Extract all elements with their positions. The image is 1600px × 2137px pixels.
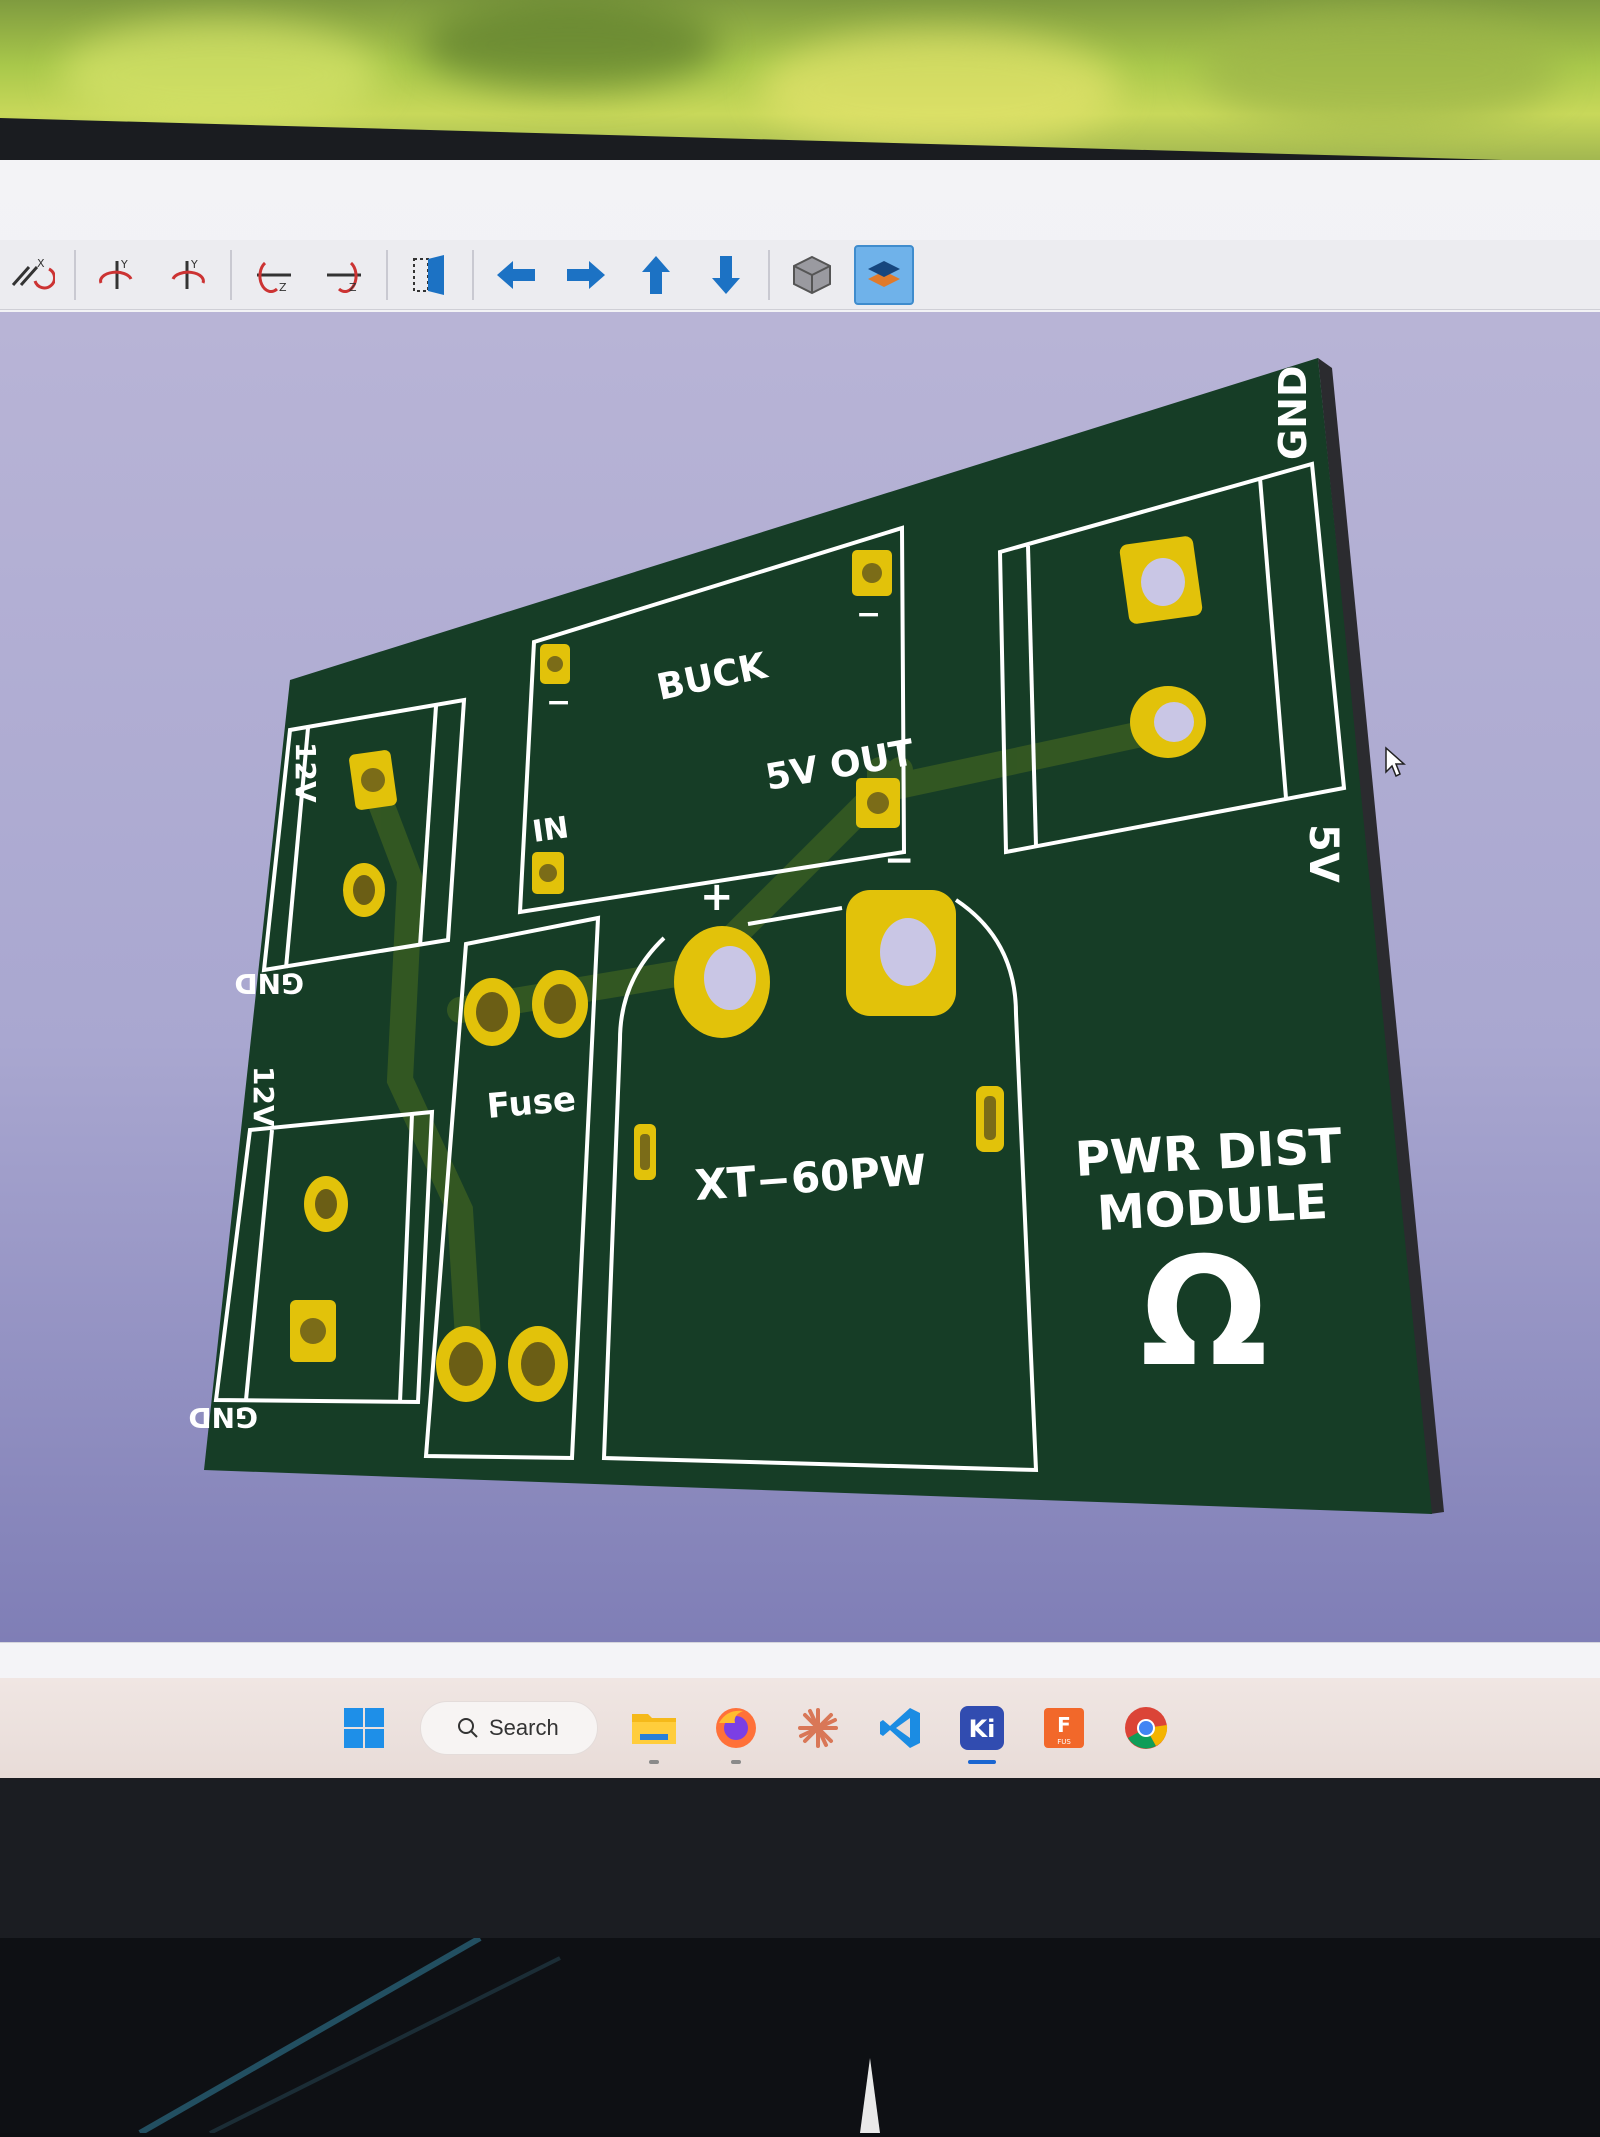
- fusion-icon[interactable]: F FUS: [1038, 1702, 1090, 1754]
- right-5v-label: 5V: [1300, 824, 1346, 883]
- svg-text:Y: Y: [120, 258, 128, 271]
- claude-icon[interactable]: [792, 1702, 844, 1754]
- layers-toggle-icon[interactable]: [854, 244, 914, 305]
- kicad-icon[interactable]: Ki: [956, 1702, 1008, 1764]
- toolbar-separator: [768, 249, 770, 300]
- rotate-z-ccw-icon[interactable]: Z: [246, 247, 302, 303]
- status-bar: [0, 1642, 1600, 1679]
- search-icon: [458, 1718, 478, 1738]
- fuse-label: Fuse: [485, 1079, 577, 1127]
- buck-minus-tr: −: [856, 597, 881, 632]
- toolbar-separator: [386, 249, 388, 300]
- file-explorer-icon[interactable]: [628, 1702, 680, 1764]
- rotate-y-cw-icon[interactable]: Y: [160, 247, 216, 303]
- fusion-badge: F: [1057, 1713, 1071, 1737]
- pan-up-icon[interactable]: [628, 247, 684, 303]
- fusion-sub: FUS: [1057, 1738, 1071, 1746]
- pan-down-icon[interactable]: [698, 247, 754, 303]
- 3d-viewport[interactable]: Ω BUCK IN 5V OUT − − − Fuse XT−60PW + PW…: [0, 312, 1600, 1642]
- monitor-lower-bezel: [0, 1778, 1600, 1938]
- omega-logo: Ω: [1140, 1226, 1268, 1400]
- search-label: Search: [489, 1715, 559, 1740]
- toolbar-separator: [472, 249, 474, 300]
- windows-taskbar: Search Ki F FUS: [0, 1678, 1600, 1778]
- pan-left-icon[interactable]: [488, 247, 544, 303]
- svg-text:X: X: [37, 257, 45, 270]
- kicad-badge: Ki: [969, 1715, 996, 1743]
- chrome-icon[interactable]: [1120, 1702, 1172, 1754]
- desk-surface: [0, 1935, 1600, 2136]
- svg-text:Z: Z: [349, 281, 357, 294]
- buck-minus-bottom: −: [884, 840, 914, 881]
- flip-board-icon[interactable]: [402, 247, 458, 303]
- left-top-12v-label: 12V: [289, 742, 322, 803]
- svg-text:Z: Z: [279, 281, 287, 294]
- firefox-icon[interactable]: [710, 1702, 762, 1764]
- right-gnd-label: GND: [1271, 365, 1315, 460]
- toolbar-separator: [74, 249, 76, 300]
- orthographic-icon[interactable]: [784, 247, 840, 303]
- toolbar-separator: [230, 249, 232, 300]
- left-top-gnd-label: GND: [234, 967, 304, 1000]
- pcb-render: Ω BUCK IN 5V OUT − − − Fuse XT−60PW + PW…: [188, 358, 1444, 1514]
- svg-text:Y: Y: [190, 258, 198, 271]
- left-bottom-gnd-label: GND: [188, 1401, 258, 1434]
- taskbar-search-box[interactable]: Search: [420, 1701, 598, 1755]
- buck-in-label: IN: [530, 810, 571, 850]
- rotate-x-icon[interactable]: X: [4, 247, 60, 303]
- rotate-z-cw-icon[interactable]: Z: [316, 247, 372, 303]
- windows-start-icon[interactable]: [338, 1702, 390, 1754]
- rotate-y-ccw-icon[interactable]: Y: [90, 247, 146, 303]
- buck-minus-tl: −: [546, 685, 571, 720]
- viewer-toolbar: X Y Y Z Z: [0, 240, 1600, 310]
- mouse-cursor-icon: [1385, 746, 1406, 778]
- vscode-icon[interactable]: [874, 1702, 926, 1754]
- pan-right-icon[interactable]: [558, 247, 614, 303]
- left-bottom-12v-label: 12V: [247, 1066, 280, 1127]
- xt60-plus: +: [700, 874, 734, 920]
